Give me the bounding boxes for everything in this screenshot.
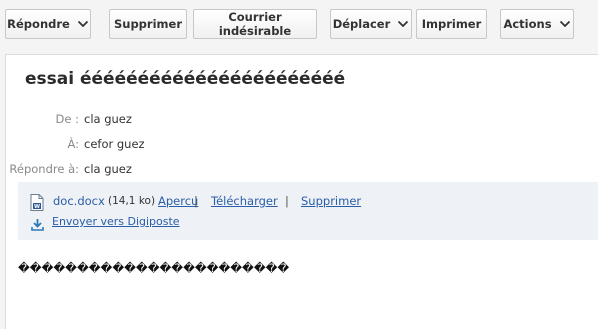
message-body: �����������������������: [18, 261, 290, 275]
reply-button[interactable]: Répondre: [5, 9, 91, 39]
attachment-file-name[interactable]: doc.docx: [53, 194, 105, 208]
actions-button-label: Actions: [503, 17, 552, 31]
separator: |: [285, 194, 289, 208]
message-panel: essai ééééééééééééééééééééééé De : cla g…: [5, 54, 598, 329]
from-label: De :: [55, 112, 79, 126]
print-button[interactable]: Imprimer: [416, 9, 487, 39]
to-label: À:: [67, 137, 79, 151]
send-to-digiposte-link[interactable]: Envoyer vers Digiposte: [52, 215, 180, 228]
delete-button[interactable]: Supprimer: [109, 9, 187, 39]
spam-button-label: Courrier indésirable: [218, 10, 292, 38]
to-value[interactable]: cefor guez: [84, 137, 145, 151]
spam-button[interactable]: Courrier indésirable: [193, 9, 317, 39]
delete-button-label: Supprimer: [113, 17, 182, 31]
word-document-icon: W: [30, 194, 44, 211]
attachment-box: W doc.docx (14,1 ko) Apercu | Télécharge…: [18, 182, 598, 240]
reply-button-label: Répondre: [7, 17, 70, 31]
from-value[interactable]: cla guez: [84, 112, 132, 126]
message-toolbar: Répondre Supprimer Courrier indésirable …: [0, 0, 598, 50]
chevron-down-icon: [397, 19, 409, 29]
attachment-file-size: (14,1 ko): [108, 195, 156, 207]
svg-text:W: W: [34, 204, 40, 210]
move-button[interactable]: Déplacer: [330, 9, 412, 39]
download-link[interactable]: Télécharger: [211, 194, 278, 208]
print-button-label: Imprimer: [421, 17, 482, 31]
reply-to-label: Répondre à:: [9, 162, 79, 176]
delete-attachment-link[interactable]: Supprimer: [301, 194, 361, 208]
download-icon: [31, 216, 44, 231]
chevron-down-icon: [559, 19, 571, 29]
message-subject: essai ééééééééééééééééééééééé: [25, 69, 346, 89]
separator: |: [194, 194, 198, 208]
actions-button[interactable]: Actions: [500, 9, 574, 39]
move-button-label: Déplacer: [332, 17, 391, 31]
chevron-down-icon: [77, 19, 89, 29]
preview-link[interactable]: Apercu: [158, 194, 198, 208]
reply-to-value[interactable]: cla guez: [84, 162, 132, 176]
